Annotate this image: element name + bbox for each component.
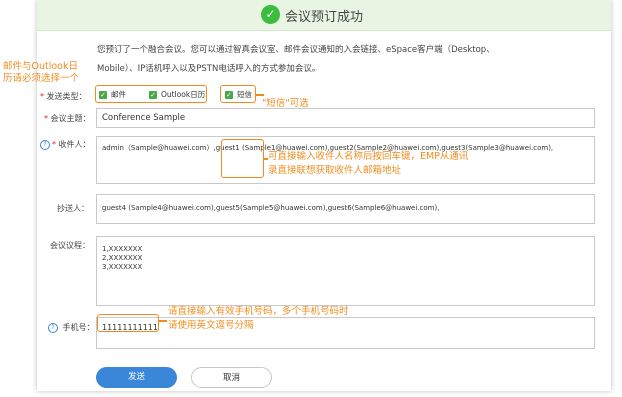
left-annotation: 邮件与Outlook日 历请必须选择一个 (3, 61, 79, 85)
send-button[interactable]: 发送 (96, 367, 177, 388)
help-icon[interactable]: ? (40, 139, 50, 150)
left-annotation-line-2: 历请必须选择一个 (3, 73, 80, 84)
sms-highlight (220, 85, 256, 103)
agenda-line: 2,XXXXXXX (102, 254, 143, 262)
agenda-textarea[interactable]: 1,XXXXXXX 2,XXXXXXX 3,XXXXXXX (96, 236, 595, 306)
phone-highlight (97, 314, 159, 332)
agenda-label: 会议议程： (50, 241, 90, 250)
recipient-highlight (221, 139, 264, 178)
cc-label: 抄送人： (57, 204, 89, 213)
intro-text: 您预订了一个融合会议。您可以通过智真会议室、邮件会议通知的入会链接、eSpace… (97, 41, 562, 79)
recipient-annotation-line-2: 录直接联想获取收件人邮箱地址 (268, 165, 402, 176)
cc-value: guest4 (Sample4@huawei.com),guest5(Sampl… (102, 204, 440, 212)
agenda-line: 1,XXXXXXX (102, 245, 143, 253)
check-circle-icon: ✓ (261, 5, 280, 24)
recipients-label: ? * 收件人： (40, 139, 91, 150)
connector-line (159, 320, 167, 322)
connector-line (256, 94, 264, 96)
left-annotation-line-1: 邮件与Outlook日 (3, 61, 78, 72)
help-icon[interactable]: ? (48, 322, 58, 333)
send-type-highlight (95, 85, 207, 103)
phone-annotation-line-2: 请使用英文逗号分隔 (168, 320, 254, 331)
subject-label: * 会议主题： (44, 114, 91, 123)
page-title: 会议预订成功 (285, 10, 364, 25)
recipient-annotation: 可直接输入收件人名称后按回车键，EMP从通讯 录直接联想获取收件人邮箱地址 (268, 150, 468, 178)
cancel-button[interactable]: 取消 (191, 367, 272, 388)
subject-value: Conference Sample (102, 113, 186, 123)
recipient-annotation-line-1: 可直接输入收件人名称后按回车键，EMP从通讯 (268, 151, 469, 162)
success-header: ✓ 会议预订成功 (37, 0, 611, 31)
intro-line-1: 您预订了一个融合会议。您可以通过智真会议室、邮件会议通知的入会链接、eSpace… (97, 45, 495, 55)
phone-annotation-line-1: 请直接输入有效手机号码，多个手机号码时 (168, 306, 349, 317)
cc-input[interactable]: guest4 (Sample4@huawei.com),guest5(Sampl… (96, 194, 595, 224)
send-type-label: * 发送类型： (40, 92, 87, 101)
sms-annotation: "短信"可选 (262, 98, 309, 109)
subject-input[interactable]: Conference Sample (96, 108, 595, 128)
phone-label: ? 手机号： (48, 322, 95, 333)
agenda-line: 3,XXXXXXX (102, 263, 143, 271)
intro-line-2: Mobile）、IP话机呼入以及PSTN电话呼入的方式参加会议。 (97, 64, 321, 74)
phone-annotation: 请直接输入有效手机号码，多个手机号码时 请使用英文逗号分隔 (168, 305, 349, 333)
